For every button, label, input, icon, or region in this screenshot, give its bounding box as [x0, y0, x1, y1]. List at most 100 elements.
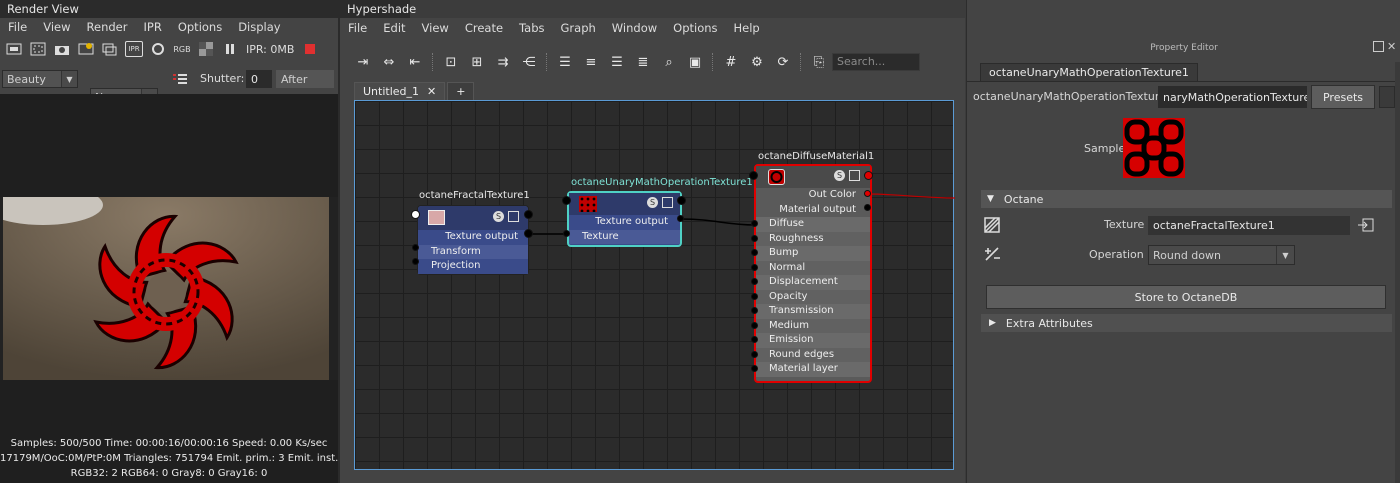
property-editor-scrollbar[interactable] — [1395, 62, 1400, 483]
unary-node-output-port[interactable] — [677, 196, 686, 205]
fractal-projection-port[interactable] — [412, 258, 419, 265]
menu-edit[interactable]: Edit — [375, 19, 413, 37]
pause-icon[interactable] — [221, 41, 239, 57]
list-options-icon[interactable] — [171, 71, 189, 87]
menu-file[interactable]: File — [340, 19, 375, 37]
swatch-toggle-icon[interactable]: S — [834, 170, 845, 181]
layout-simple-icon[interactable]: ☰ — [555, 53, 575, 71]
menu-create[interactable]: Create — [457, 19, 511, 37]
navigate-to-input-icon[interactable] — [1358, 218, 1374, 232]
menu-view[interactable]: View — [35, 18, 78, 36]
snap-icon[interactable]: ⚙ — [747, 53, 767, 71]
menu-options[interactable]: Options — [665, 19, 725, 37]
ipr-render-icon[interactable]: IPR — [125, 41, 143, 57]
refresh-swatches-icon[interactable]: ⟳ — [773, 53, 793, 71]
unary-texture-input-port[interactable] — [563, 230, 570, 237]
channel-dropdown[interactable]: Beauty ▼ — [2, 70, 78, 88]
render-frame-icon[interactable] — [5, 41, 23, 57]
menu-display[interactable]: Display — [230, 18, 288, 36]
arrange-nodes-icon[interactable]: ⇉ — [493, 53, 513, 71]
operation-dropdown[interactable]: Round down ▼ — [1148, 245, 1295, 265]
rgb-channel-button[interactable]: RGB — [173, 41, 191, 57]
diffuse-port-round-edges[interactable] — [751, 351, 758, 358]
menu-ipr[interactable]: IPR — [136, 18, 170, 36]
diffuse-port-emission[interactable] — [751, 336, 758, 343]
frame-selection-icon[interactable]: ▣ — [685, 53, 705, 71]
grid-toggle-icon[interactable]: # — [721, 53, 741, 71]
section-extra-attributes-header[interactable]: ▶ Extra Attributes — [981, 314, 1392, 332]
diffuse-port-material-layer[interactable] — [751, 365, 758, 372]
graph-network-icon[interactable]: ⋲ — [519, 53, 539, 71]
diffuse-material-output-port[interactable] — [864, 204, 871, 211]
diffuse-port-bump[interactable] — [751, 249, 758, 256]
fractal-texture-output-port[interactable] — [524, 229, 533, 238]
presets-button[interactable]: Presets — [1311, 85, 1375, 109]
node-menu-icon[interactable] — [849, 170, 860, 181]
menu-render[interactable]: Render — [79, 18, 136, 36]
input-output-connections-icon[interactable]: ⇔ — [379, 53, 399, 71]
add-tab-button[interactable]: + — [447, 82, 475, 100]
search-input[interactable]: Search... — [832, 53, 920, 71]
tab-untitled-1[interactable]: Untitled_1 ✕ — [354, 82, 446, 100]
diffuse-port-displacement[interactable] — [751, 278, 758, 285]
node-menu-icon[interactable] — [662, 197, 673, 208]
diffuse-port-medium[interactable] — [751, 322, 758, 329]
diffuse-port-normal[interactable] — [751, 264, 758, 271]
texture-field[interactable]: octaneFractalTexture1 — [1148, 216, 1350, 235]
node-fractal-texture[interactable]: S Texture output Transform Projection — [417, 205, 529, 275]
close-icon[interactable]: ✕ — [427, 85, 436, 98]
input-connections-icon[interactable]: ⇥ — [353, 53, 373, 71]
layout-full-icon[interactable]: ☰ — [607, 53, 627, 71]
diffuse-port-diffuse[interactable] — [751, 220, 758, 227]
swatch-toggle-icon[interactable]: S — [647, 197, 658, 208]
render-settings-icon[interactable] — [77, 41, 95, 57]
bookmark-icon[interactable]: ⎘ — [809, 53, 829, 71]
fractal-node-input-port[interactable] — [411, 210, 420, 219]
fractal-transform-port[interactable] — [412, 244, 419, 251]
menu-help[interactable]: Help — [726, 19, 768, 37]
menu-file[interactable]: File — [0, 18, 35, 36]
menu-options[interactable]: Options — [170, 18, 230, 36]
swatch-toggle-icon[interactable]: S — [493, 211, 504, 222]
shutter-input[interactable]: 0 — [246, 70, 272, 88]
add-node-icon[interactable]: ⊞ — [467, 53, 487, 71]
menu-window[interactable]: Window — [604, 19, 665, 37]
select-node-icon[interactable]: ⊡ — [441, 53, 461, 71]
layout-connected-icon[interactable]: ≡ — [581, 53, 601, 71]
stop-render-icon[interactable] — [301, 41, 319, 57]
menu-tabs[interactable]: Tabs — [511, 19, 552, 37]
diffuse-outcolor-port[interactable] — [864, 190, 871, 197]
diffuse-port-opacity[interactable] — [751, 293, 758, 300]
snapshot-camera-icon[interactable] — [53, 41, 71, 57]
diffuse-node-output-port[interactable] — [864, 171, 873, 180]
render-stats-line-2: 17179M/OoC:0M/PtP:0M Triangles: 751794 E… — [0, 453, 338, 464]
unary-texture-output-port[interactable] — [677, 215, 684, 222]
search-icon[interactable]: ⌕ — [659, 53, 679, 71]
diffuse-port-roughness[interactable] — [751, 235, 758, 242]
store-to-octanedb-button[interactable]: Store to OctaneDB — [986, 285, 1386, 309]
section-octane-header[interactable]: ▼ Octane — [981, 190, 1392, 208]
alpha-channel-icon[interactable] — [197, 41, 215, 57]
node-diffuse-material[interactable]: S Out Color Material output Diffuse Roug… — [754, 164, 872, 383]
node-name-field[interactable]: naryMathOperationTexture1 — [1158, 86, 1307, 108]
render-region-icon[interactable] — [29, 41, 47, 57]
fractal-node-output-port[interactable] — [524, 210, 533, 219]
tab-property-node[interactable]: octaneUnaryMathOperationTexture1 — [980, 63, 1198, 81]
unary-node-input-port[interactable] — [562, 196, 571, 205]
layout-custom-icon[interactable]: ≣ — [633, 53, 653, 71]
notes-icon[interactable] — [1379, 86, 1395, 108]
diffuse-node-input-port[interactable] — [749, 171, 758, 180]
diffuse-port-transmission[interactable] — [751, 307, 758, 314]
after-field[interactable]: After — [276, 70, 334, 88]
close-icon[interactable]: ✕ — [1387, 40, 1396, 53]
float-window-icon[interactable] — [1373, 41, 1384, 52]
node-fractal-title: octaneFractalTexture1 — [419, 190, 530, 201]
node-unary-math[interactable]: S Texture output Texture — [567, 191, 682, 247]
menu-view[interactable]: View — [414, 19, 457, 37]
output-connections-icon[interactable]: ⇤ — [405, 53, 425, 71]
menu-graph[interactable]: Graph — [553, 19, 604, 37]
ipr-refresh-icon[interactable] — [149, 41, 167, 57]
render-sequence-icon[interactable] — [101, 41, 119, 57]
node-menu-icon[interactable] — [508, 211, 519, 222]
node-graph[interactable]: octaneFractalTexture1 S Texture output T… — [354, 100, 955, 470]
